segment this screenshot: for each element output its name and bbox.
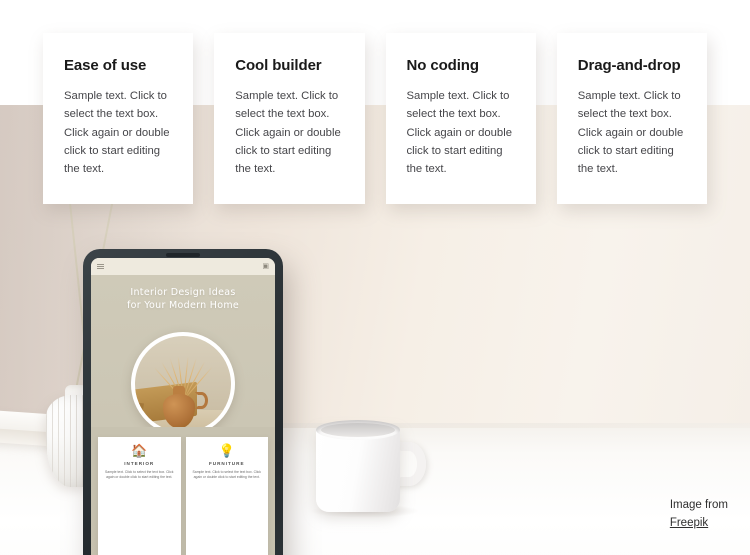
mug-interior — [321, 423, 395, 437]
coffee-mug — [308, 420, 438, 530]
photo-vase-handle — [194, 391, 208, 409]
feature-card-title: Cool builder — [235, 57, 322, 74]
tablet-device: ▣ Interior Design Ideas for Your Modern … — [83, 249, 283, 555]
feature-card-title: No coding — [406, 57, 480, 74]
feature-card-row: Ease of use Sample text. Click to select… — [0, 0, 750, 205]
circular-hero-photo — [131, 332, 235, 436]
site-category-label: INTERIOR — [124, 461, 155, 466]
site-hero-title-line1: Interior Design Ideas — [130, 287, 236, 298]
site-category-card-furniture[interactable]: 💡 FURNITURE Sample text. Click to select… — [185, 437, 268, 555]
floor-lamp-icon: 💡 — [218, 443, 235, 458]
attribution-link[interactable]: Freepik — [670, 515, 728, 533]
feature-card-text: Sample text. Click to select the text bo… — [406, 90, 513, 176]
image-attribution: Image from Freepik — [670, 497, 728, 533]
site-hero-title-line2: for Your Modern Home — [126, 300, 240, 312]
site-hero: Interior Design Ideas for Your Modern Ho… — [91, 275, 275, 436]
feature-card-ease-of-use[interactable]: Ease of use Sample text. Click to select… — [43, 33, 194, 205]
shopping-bag-icon[interactable]: ▣ — [262, 263, 269, 270]
site-category-cards: 🏠 INTERIOR Sample text. Click to select … — [91, 427, 275, 555]
site-category-text: Sample text. Click to select the text bo… — [105, 470, 174, 480]
feature-card-text: Sample text. Click to select the text bo… — [235, 90, 341, 176]
tablet-speaker-notch — [166, 253, 200, 257]
feature-card-no-coding[interactable]: No coding Sample text. Click to select t… — [385, 33, 536, 205]
site-category-card-interior[interactable]: 🏠 INTERIOR Sample text. Click to select … — [98, 437, 181, 555]
house-interior-icon: 🏠 — [131, 443, 148, 458]
feature-card-title: Ease of use — [64, 57, 147, 74]
attribution-prefix: Image from — [669, 499, 728, 512]
feature-card-text: Sample text. Click to select the text bo… — [64, 90, 170, 176]
site-topbar: ▣ — [91, 258, 275, 275]
feature-card-text: Sample text. Click to select the text bo… — [577, 90, 684, 176]
hamburger-menu-icon[interactable] — [97, 264, 104, 269]
tablet-screen: ▣ Interior Design Ideas for Your Modern … — [91, 258, 275, 555]
site-category-label: FURNITURE — [208, 461, 245, 466]
feature-card-cool-builder[interactable]: Cool builder Sample text. Click to selec… — [214, 33, 365, 205]
feature-card-drag-and-drop[interactable]: Drag-and-drop Sample text. Click to sele… — [556, 33, 707, 205]
page-root: ▣ Interior Design Ideas for Your Modern … — [0, 0, 750, 555]
feature-card-title: Drag-and-drop — [577, 57, 681, 74]
site-category-text: Sample text. Click to select the text bo… — [192, 470, 261, 480]
